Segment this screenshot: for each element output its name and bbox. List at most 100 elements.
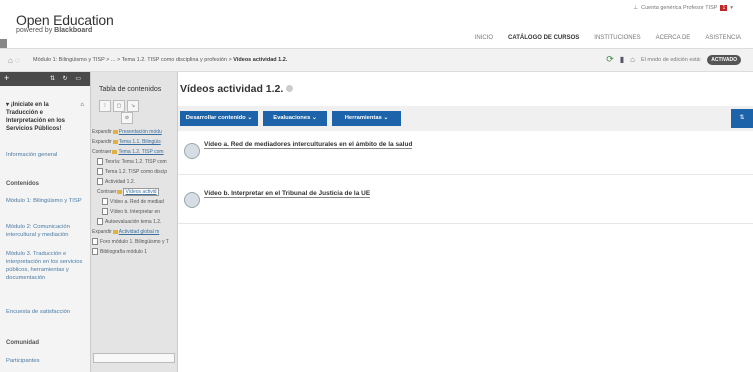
sidebar-heading-contenidos: Contenidos bbox=[6, 181, 39, 187]
course-title-text[interactable]: ¡Iniciate en la Traducción e Interpretac… bbox=[6, 102, 65, 132]
folder-icon bbox=[112, 139, 118, 144]
evaluations-label: Evaluaciones bbox=[273, 115, 311, 121]
tree-link[interactable]: Vídeos activid bbox=[123, 188, 159, 196]
page-title-text: Vídeos actividad 1.2. bbox=[180, 83, 284, 95]
tree-item[interactable]: Tema 1.2. TISP como discip bbox=[97, 168, 167, 177]
document-icon bbox=[102, 198, 108, 206]
breadcrumb[interactable]: Módulo 1: Bilingüismo y TISP > ... > Tem… bbox=[33, 57, 287, 63]
tree-link[interactable]: Bibliografía módulo 1 bbox=[100, 249, 147, 255]
tree-link[interactable]: Vídeo b. Interpretar en bbox=[110, 209, 160, 215]
add-icon[interactable]: + bbox=[4, 73, 9, 83]
horizontal-scrollbar[interactable] bbox=[93, 353, 175, 363]
content-item-link[interactable]: Vídeo a. Red de mediadores intercultural… bbox=[204, 141, 413, 149]
tree-item[interactable]: Contraer Tema 1.2. TISP com bbox=[92, 148, 164, 157]
evaluations-button[interactable]: Evaluaciones ⌄ bbox=[263, 111, 327, 126]
sidebar-heading-comunidad: Comunidad bbox=[6, 340, 39, 346]
tree-item[interactable]: Vídeo b. Interpretar en bbox=[102, 208, 160, 217]
tree-link[interactable]: Presentación módu bbox=[119, 129, 162, 135]
tree-item[interactable]: Foro módulo 1. Bilingüismo y T bbox=[92, 238, 169, 247]
tree-item-current[interactable]: Contraer Vídeos activid bbox=[97, 188, 159, 197]
tree-item[interactable]: Bibliografía módulo 1 bbox=[92, 248, 147, 257]
develop-content-label: Desarrollar contenido bbox=[185, 115, 246, 121]
tree-toggle[interactable]: Expandir bbox=[92, 139, 112, 145]
chevron-down-icon[interactable]: ▾ bbox=[730, 5, 733, 11]
sidebar-item-modulo-3[interactable]: Módulo 3. Traducción e interpretación en… bbox=[6, 250, 84, 282]
breadcrumb-path[interactable]: Módulo 1: Bilingüismo y TISP > ... > Tem… bbox=[33, 57, 232, 63]
lock-icon[interactable]: ⌂ bbox=[630, 55, 635, 64]
folder-icon bbox=[112, 129, 118, 134]
action-bar: Desarrollar contenido ⌄ Evaluaciones ⌄ H… bbox=[178, 106, 753, 131]
reorder-button[interactable]: ⇅ bbox=[731, 109, 753, 128]
user-name[interactable]: Cuenta genérica Profesor TISP bbox=[641, 5, 717, 11]
tree-item[interactable]: Vídeo a. Red de mediad bbox=[102, 198, 164, 207]
tree-link[interactable]: Vídeo a. Red de mediad bbox=[110, 199, 164, 205]
course-sidebar: + ⇅ ↻ ▭ ▾ ¡Iniciate en la Traducción e I… bbox=[0, 72, 91, 372]
content-item[interactable]: Vídeo a. Red de mediadores intercultural… bbox=[178, 134, 753, 175]
tree-item[interactable]: Expandir Actividad global m bbox=[92, 228, 159, 237]
expand-all-button[interactable]: ▢ bbox=[113, 100, 125, 112]
tools-button[interactable]: Herramientas ⌄ bbox=[332, 111, 401, 126]
tree-link[interactable]: Teoría: Tema 1.2. TISP com bbox=[105, 159, 167, 165]
content-item[interactable]: Vídeo b. Interpretar en el Tribunal de J… bbox=[178, 183, 753, 224]
tree-item[interactable]: Autoevaluación tema 1.2. bbox=[97, 218, 161, 227]
main-nav: INICIO CATÁLOGO DE CURSOS INSTITUCIONES … bbox=[475, 35, 741, 41]
user-icon: ⊥ bbox=[633, 5, 639, 11]
tree-link[interactable]: Tema 1.1. Bilingüis bbox=[119, 139, 161, 145]
document-icon bbox=[102, 208, 108, 216]
home-icon[interactable]: ⌂ bbox=[80, 101, 84, 109]
tree-link[interactable]: Actividad global m bbox=[119, 229, 160, 235]
nav-acerca-de[interactable]: ACERCA DE bbox=[656, 35, 691, 41]
user-menu[interactable]: ⊥ Cuenta genérica Profesor TISP 1 ▾ bbox=[633, 5, 733, 11]
sidebar-item-participantes[interactable]: Participantes bbox=[6, 357, 40, 365]
tree-toggle[interactable]: Expandir bbox=[92, 129, 112, 135]
table-of-contents: Tabla de contenidos ⁞ ▢ ↘⊘ Expandir Present… bbox=[91, 72, 178, 372]
info-icon[interactable] bbox=[286, 85, 294, 92]
nav-catalogo[interactable]: CATÁLOGO DE CURSOS bbox=[508, 35, 579, 41]
tree-toggle[interactable]: Contraer bbox=[92, 149, 111, 155]
tree-link[interactable]: Foro módulo 1. Bilingüismo y T bbox=[100, 239, 169, 245]
collapse-icon[interactable]: ▾ bbox=[6, 102, 9, 108]
folder-icon bbox=[112, 229, 118, 234]
tree-toggle[interactable]: Expandir bbox=[92, 229, 112, 235]
sort-button[interactable]: ↘ bbox=[127, 100, 139, 112]
toc-title: Tabla de contenidos bbox=[99, 86, 162, 93]
course-title[interactable]: ▾ ¡Iniciate en la Traducción e Interpret… bbox=[6, 101, 84, 133]
collapse-all-button[interactable]: ⁞ bbox=[99, 100, 111, 112]
tree-item[interactable]: Expandir Tema 1.1. Bilingüis bbox=[92, 138, 161, 147]
document-icon bbox=[97, 178, 103, 186]
edit-mode-toggle[interactable]: ACTIVADO bbox=[707, 54, 741, 65]
tree-link[interactable]: Tema 1.2. TISP como discip bbox=[105, 169, 167, 175]
sidebar-item-modulo-2[interactable]: Módulo 2: Comunicación intercultural y m… bbox=[6, 223, 84, 239]
tree-link[interactable]: Actividad 1.2. bbox=[105, 179, 135, 185]
tree-link[interactable]: Tema 1.2. TISP com bbox=[118, 149, 163, 155]
home-icon[interactable]: ⌂ ◌ bbox=[8, 56, 20, 65]
sidebar-item-encuesta[interactable]: Encuesta de satisfacción bbox=[6, 308, 86, 316]
edit-mode-label: El modo de edición está: bbox=[641, 56, 702, 63]
tree-item[interactable]: Actividad 1.2. bbox=[97, 178, 135, 187]
content-item-link[interactable]: Vídeo b. Interpretar en el Tribunal de J… bbox=[204, 190, 371, 198]
nav-inicio[interactable]: INICIO bbox=[475, 35, 493, 41]
notification-badge[interactable]: 1 bbox=[720, 5, 728, 11]
breadcrumb-bar: ⌂ ◌ Módulo 1: Bilingüismo y TISP > ... >… bbox=[0, 49, 753, 72]
sidebar-controls[interactable]: ⇅ ↻ ▭ bbox=[50, 75, 84, 82]
sidebar-header: + ⇅ ↻ ▭ bbox=[0, 72, 90, 86]
develop-content-button[interactable]: Desarrollar contenido ⌄ bbox=[180, 111, 258, 126]
refresh-button[interactable]: ⊘ bbox=[121, 112, 133, 124]
nav-instituciones[interactable]: INSTITUCIONES bbox=[594, 35, 640, 41]
logo-powered-text: powered by bbox=[16, 27, 53, 34]
folder-icon bbox=[112, 149, 118, 154]
sidebar-item-modulo-1[interactable]: Módulo 1: Bilingüismo y TISP bbox=[6, 197, 82, 205]
edit-tools: ⟳ ▮ ⌂ El modo de edición está: ACTIVADO bbox=[606, 54, 741, 65]
refresh-icon[interactable]: ⟳ bbox=[606, 54, 614, 65]
nav-asistencia[interactable]: ASISTENCIA bbox=[705, 35, 741, 41]
sidebar-item-informacion[interactable]: Información general bbox=[6, 151, 57, 159]
logo-title[interactable]: Open Education bbox=[16, 12, 114, 28]
chart-icon[interactable]: ▮ bbox=[620, 55, 624, 64]
logo-brand: Blackboard bbox=[54, 27, 93, 34]
tree-item[interactable]: Teoría: Tema 1.2. TISP com bbox=[97, 158, 167, 167]
corner-square bbox=[0, 39, 7, 48]
toc-toolbar: ⁞ ▢ ↘⊘ bbox=[99, 100, 171, 124]
tree-item[interactable]: Expandir Presentación módu bbox=[92, 128, 162, 137]
tree-toggle[interactable]: Contraer bbox=[97, 189, 116, 195]
tree-link[interactable]: Autoevaluación tema 1.2. bbox=[105, 219, 161, 225]
